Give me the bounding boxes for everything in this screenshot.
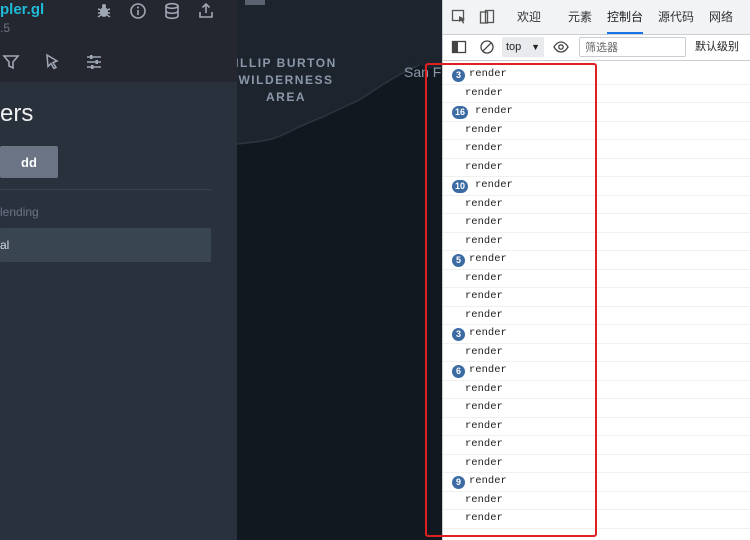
context-select[interactable]: top ▼ bbox=[502, 37, 544, 57]
inspect-element-icon[interactable] bbox=[451, 9, 467, 30]
tab-network[interactable]: 网络 bbox=[709, 0, 733, 34]
side-panel: pler.gl .5 ers dd Data lending al bbox=[0, 0, 237, 540]
map-canvas[interactable]: ILLIP BURTON WILDERNESS AREA San F bbox=[237, 0, 442, 540]
info-icon[interactable] bbox=[129, 2, 147, 20]
map-label-line: WILDERNESS bbox=[238, 73, 334, 87]
device-toggle-icon[interactable] bbox=[479, 9, 495, 30]
log-level-select[interactable]: 默认级别 bbox=[695, 37, 739, 57]
clear-console-icon[interactable] bbox=[479, 39, 495, 60]
sidebar-toggle-icon[interactable] bbox=[451, 39, 467, 60]
tab-sources[interactable]: 源代码 bbox=[658, 0, 694, 34]
map-label-line: ILLIP BURTON bbox=[237, 56, 337, 70]
tab-elements[interactable]: 元素 bbox=[568, 0, 592, 34]
red-highlight-box bbox=[425, 63, 597, 537]
tab-console[interactable]: 控制台 bbox=[607, 0, 644, 34]
map-control-button[interactable] bbox=[245, 0, 265, 5]
divider bbox=[0, 189, 211, 190]
layer-blending-select[interactable]: al bbox=[0, 228, 211, 262]
add-data-button[interactable]: dd Data bbox=[0, 146, 58, 178]
map-label-line: AREA bbox=[265, 90, 306, 104]
console-toolbar: top ▼ 筛选器 默认级别 bbox=[443, 35, 750, 61]
database-icon[interactable] bbox=[163, 2, 181, 20]
chevron-down-icon: ▼ bbox=[531, 42, 540, 52]
share-icon[interactable] bbox=[197, 2, 215, 20]
eye-icon[interactable] bbox=[553, 40, 569, 59]
context-value: top bbox=[506, 41, 522, 53]
settings-sliders-icon[interactable] bbox=[85, 53, 103, 71]
bug-icon[interactable] bbox=[95, 2, 113, 20]
app-version: .5 bbox=[0, 21, 11, 35]
app-title: pler.gl bbox=[0, 1, 45, 18]
filter-icon[interactable] bbox=[2, 53, 20, 71]
tab-welcome[interactable]: 欢迎 bbox=[517, 0, 541, 34]
layer-blending-label: lending bbox=[0, 205, 39, 219]
filter-input[interactable]: 筛选器 bbox=[579, 37, 686, 57]
section-title: ers bbox=[0, 100, 34, 127]
map-wilderness-label: ILLIP BURTON WILDERNESS AREA bbox=[237, 55, 341, 106]
devtools-tabbar: 欢迎 元素 控制台 源代码 网络 bbox=[443, 0, 750, 35]
cursor-icon[interactable] bbox=[44, 53, 62, 71]
panel-header: pler.gl .5 bbox=[0, 0, 237, 82]
